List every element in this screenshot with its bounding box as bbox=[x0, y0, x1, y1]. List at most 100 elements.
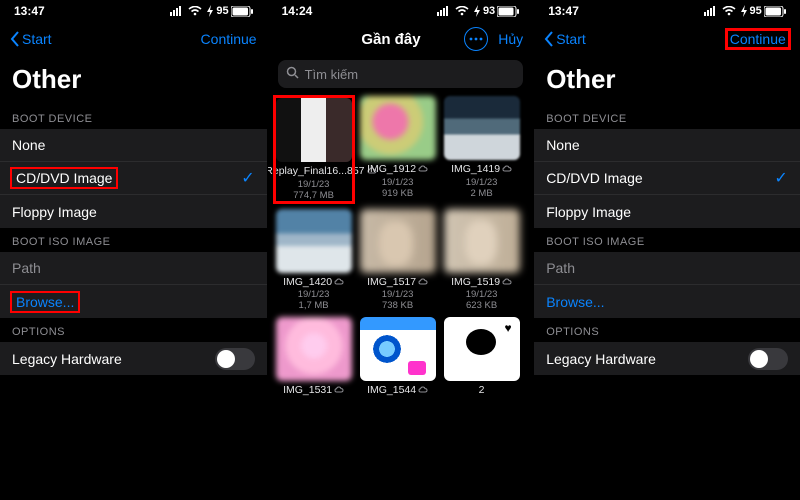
file-thumbnail bbox=[360, 317, 436, 381]
row-label: Floppy Image bbox=[12, 204, 97, 220]
file-thumbnail bbox=[276, 209, 352, 273]
page-title: Other bbox=[0, 56, 267, 105]
boot-iso-list: Path Browse... bbox=[0, 252, 267, 318]
legacy-hardware-toggle[interactable] bbox=[215, 348, 255, 370]
boot-iso-list: Path Browse... bbox=[534, 252, 800, 318]
charging-icon bbox=[206, 5, 214, 17]
status-time: 13:47 bbox=[14, 4, 45, 18]
browse-button[interactable]: Browse... bbox=[534, 285, 800, 318]
status-bar: 13:47 95 bbox=[0, 0, 267, 22]
file-tile[interactable]: IMG_1420 19/1/231,7 MB bbox=[274, 209, 354, 312]
file-date: 19/1/23 bbox=[382, 289, 414, 300]
file-date: 19/1/23 bbox=[466, 177, 498, 188]
row-label: None bbox=[12, 137, 45, 153]
file-tile[interactable]: IMG_1912 19/1/23919 KB bbox=[358, 96, 438, 203]
iso-path-field[interactable]: Path bbox=[0, 252, 267, 285]
boot-device-none[interactable]: None bbox=[0, 129, 267, 162]
battery-icon bbox=[231, 6, 253, 17]
file-tile[interactable]: 2 bbox=[442, 317, 522, 397]
battery-icon bbox=[497, 6, 519, 17]
file-size: 2 MB bbox=[471, 188, 493, 199]
checkmark-icon: ✓ bbox=[774, 168, 787, 188]
back-button[interactable]: Start bbox=[10, 31, 52, 47]
file-tile[interactable]: IMG_1531 bbox=[274, 317, 354, 397]
checkmark-icon: ✓ bbox=[241, 168, 254, 188]
file-name: IMG_1912 bbox=[367, 164, 428, 176]
screen-1-settings: 13:47 95 Start Continue Other BOOT DEVIC… bbox=[0, 0, 267, 500]
browse-button[interactable]: Browse... bbox=[0, 285, 267, 318]
file-tile[interactable]: IMG_1419 19/1/232 MB bbox=[442, 96, 522, 203]
section-boot-device: BOOT DEVICE bbox=[534, 105, 800, 129]
file-grid: RPReplay_Final16...857 19/1/23774,7 MBIM… bbox=[268, 96, 534, 397]
nav-bar: Start Continue bbox=[534, 22, 800, 56]
file-tile[interactable]: IMG_1517 19/1/23738 KB bbox=[358, 209, 438, 312]
cloud-icon bbox=[502, 277, 512, 289]
screen-2-file-picker: 14:24 93 Gần đây Hủy Tìm kiếm bbox=[267, 0, 534, 500]
boot-device-floppy[interactable]: Floppy Image bbox=[0, 195, 267, 228]
file-date: 19/1/23 bbox=[466, 289, 498, 300]
file-thumbnail bbox=[360, 209, 436, 273]
row-label: Browse... bbox=[546, 294, 604, 310]
nav-bar: Gần đây Hủy bbox=[268, 22, 534, 56]
status-bar: 14:24 93 bbox=[268, 0, 534, 22]
continue-label: Continue bbox=[201, 31, 257, 47]
continue-button[interactable]: Continue bbox=[201, 31, 257, 47]
row-label: CD/DVD Image bbox=[546, 170, 642, 186]
chevron-left-icon bbox=[10, 31, 20, 47]
status-bar: 13:47 95 bbox=[534, 0, 800, 22]
file-date: 19/1/23 bbox=[382, 177, 414, 188]
battery-percent: 95 bbox=[216, 5, 228, 17]
iso-path-field[interactable]: Path bbox=[534, 252, 800, 285]
file-tile[interactable]: RPReplay_Final16...857 19/1/23774,7 MB bbox=[274, 96, 354, 203]
file-name: IMG_1519 bbox=[451, 277, 512, 289]
row-label: Floppy Image bbox=[546, 204, 631, 220]
file-name: IMG_1531 bbox=[283, 385, 344, 397]
boot-device-cd[interactable]: CD/DVD Image ✓ bbox=[0, 162, 267, 195]
file-size: 623 KB bbox=[466, 300, 497, 311]
more-options-button[interactable] bbox=[464, 27, 488, 51]
section-options: OPTIONS bbox=[0, 318, 267, 342]
screen-3-settings: 13:47 95 Start Continue Other BOOT DEVIC… bbox=[533, 0, 800, 500]
boot-device-none[interactable]: None bbox=[534, 129, 800, 162]
battery-percent: 93 bbox=[483, 5, 495, 17]
boot-device-cd[interactable]: CD/DVD Image ✓ bbox=[534, 162, 800, 195]
cloud-icon bbox=[502, 164, 512, 176]
search-field[interactable]: Tìm kiếm bbox=[278, 60, 524, 88]
continue-button[interactable]: Continue bbox=[726, 29, 790, 49]
continue-label: Continue bbox=[730, 31, 786, 47]
nav-bar: Start Continue bbox=[0, 22, 267, 56]
file-name: 2 bbox=[479, 385, 485, 397]
section-boot-device: BOOT DEVICE bbox=[0, 105, 267, 129]
back-button[interactable]: Start bbox=[544, 31, 586, 47]
wifi-icon bbox=[455, 6, 469, 16]
nav-title: Gần đây bbox=[318, 31, 465, 48]
chevron-left-icon bbox=[544, 31, 554, 47]
search-placeholder: Tìm kiếm bbox=[305, 67, 358, 82]
cellular-icon bbox=[437, 6, 451, 16]
boot-device-floppy[interactable]: Floppy Image bbox=[534, 195, 800, 228]
battery-icon bbox=[764, 6, 786, 17]
file-size: 738 KB bbox=[382, 300, 413, 311]
cellular-icon bbox=[704, 6, 718, 16]
file-tile[interactable]: IMG_1544 bbox=[358, 317, 438, 397]
cancel-button[interactable]: Hủy bbox=[498, 31, 523, 47]
file-size: 774,7 MB bbox=[293, 190, 334, 201]
cloud-icon bbox=[418, 277, 428, 289]
file-size: 919 KB bbox=[382, 188, 413, 199]
legacy-hardware-toggle[interactable] bbox=[748, 348, 788, 370]
cloud-icon bbox=[418, 385, 428, 397]
file-tile[interactable]: IMG_1519 19/1/23623 KB bbox=[442, 209, 522, 312]
file-thumbnail bbox=[360, 96, 436, 160]
cloud-icon bbox=[334, 385, 344, 397]
file-name: IMG_1517 bbox=[367, 277, 428, 289]
status-time: 13:47 bbox=[548, 4, 579, 18]
legacy-hardware-row: Legacy Hardware bbox=[534, 342, 800, 375]
cloud-icon bbox=[418, 164, 428, 176]
row-label: Browse... bbox=[12, 293, 78, 311]
cloud-icon bbox=[334, 277, 344, 289]
file-thumbnail bbox=[276, 98, 352, 162]
battery-indicator: 93 bbox=[473, 5, 519, 17]
file-name: RPReplay_Final16...857 bbox=[275, 166, 353, 178]
file-name: IMG_1419 bbox=[451, 164, 512, 176]
file-date: 19/1/23 bbox=[298, 179, 330, 190]
